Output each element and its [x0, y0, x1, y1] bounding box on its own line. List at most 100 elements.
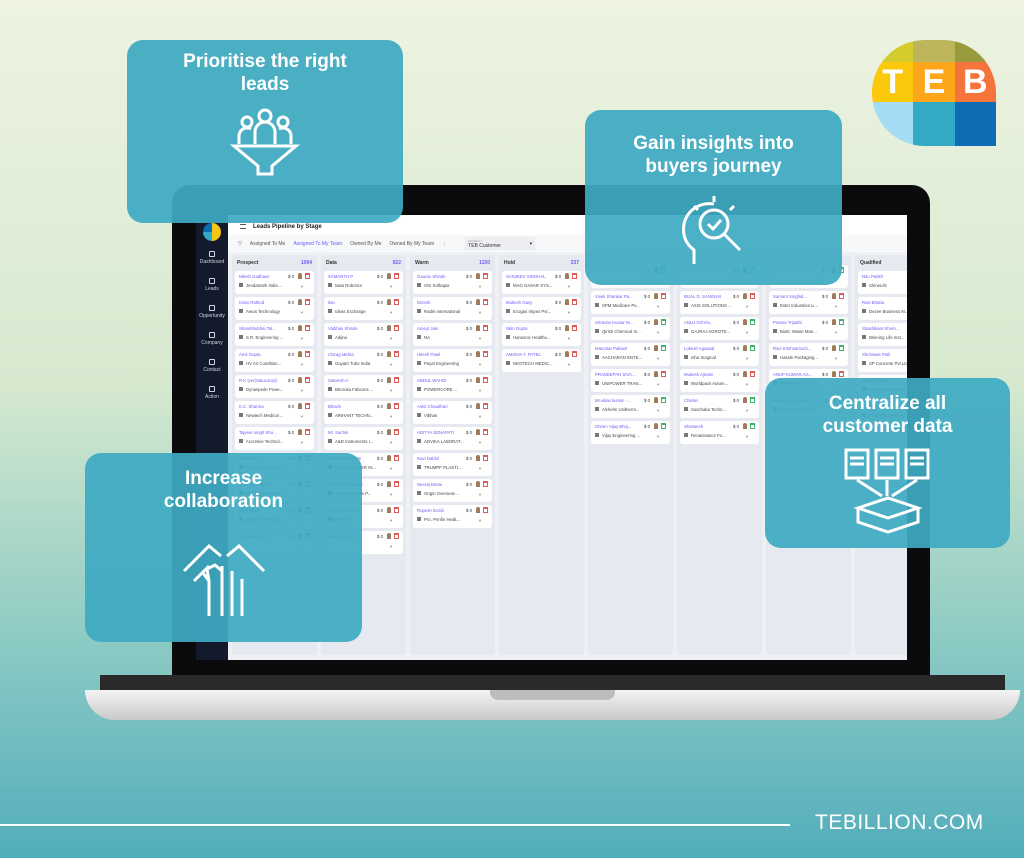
- chevron-down-icon[interactable]: ▼: [300, 414, 304, 419]
- calendar-icon[interactable]: [572, 273, 577, 279]
- chevron-down-icon[interactable]: ▼: [567, 362, 571, 367]
- chevron-down-icon[interactable]: ▼: [745, 408, 749, 413]
- chevron-down-icon[interactable]: ▼: [300, 336, 304, 341]
- lead-name[interactable]: Rupesh Doshi: [417, 508, 465, 513]
- lead-name[interactable]: Ravi Dabhil: [417, 456, 465, 461]
- chevron-down-icon[interactable]: ▼: [745, 304, 749, 309]
- chevron-down-icon[interactable]: ▼: [834, 356, 838, 361]
- chevron-down-icon[interactable]: ▼: [745, 356, 749, 361]
- lead-card[interactable]: Mr.vikas kumar - ... Alchelm Unitherm... $…: [591, 395, 670, 418]
- chevron-down-icon[interactable]: ▼: [300, 310, 304, 315]
- calendar-icon[interactable]: [572, 351, 577, 357]
- lead-name[interactable]: Ravi Bhatia: [862, 300, 907, 305]
- lead-card[interactable]: AMISHA T. PATEL NEOTECH MEDIC... $ 0 ▼: [502, 349, 581, 372]
- lead-name[interactable]: Satwesh A: [328, 378, 376, 383]
- lead-name[interactable]: Vaibhav Shinde: [328, 326, 376, 331]
- lead-name[interactable]: Mr. Sachin: [328, 430, 376, 435]
- lead-card[interactable]: Ravi BhatiaDezee Business M...$ 0▼: [858, 297, 907, 320]
- calendar-icon[interactable]: [394, 299, 399, 305]
- lead-card[interactable]: Chirag Mehta Gayatri Tube India $ 0 ▼: [324, 349, 403, 372]
- lead-name[interactable]: Dinesh: [417, 300, 465, 305]
- calendar-icon[interactable]: [483, 455, 488, 461]
- lead-name[interactable]: Ravi Krishnamoch...: [773, 346, 821, 351]
- calendar-icon[interactable]: [750, 423, 755, 429]
- calendar-icon[interactable]: [750, 371, 755, 377]
- lead-card[interactable]: Shravan Kumar M... Qirish Chemical In... $…: [591, 317, 670, 340]
- lead-name[interactable]: Ankit Chaudhari: [417, 404, 465, 409]
- lead-name[interactable]: Pranav Tripathi: [773, 320, 821, 325]
- lead-card[interactable]: Kiran Rathod Aetos Technology $ 0 ▼: [235, 297, 314, 320]
- chevron-down-icon[interactable]: ▼: [656, 304, 660, 309]
- lead-card[interactable]: Mukesh Ajmani Worldpack Autom... $ 0 ▼: [680, 369, 759, 392]
- chevron-down-icon[interactable]: ▼: [478, 310, 482, 315]
- chevron-down-icon[interactable]: ▼: [567, 336, 571, 341]
- chevron-down-icon[interactable]: ▼: [389, 336, 393, 341]
- lead-name[interactable]: Hitesh Patel: [417, 352, 465, 357]
- lead-card[interactable]: Bhavin ARIHANT TECHN... $ 0 ▼: [324, 401, 403, 424]
- calendar-icon[interactable]: [394, 429, 399, 435]
- lead-name[interactable]: SAMANTH P: [328, 274, 376, 279]
- lead-card[interactable]: Shambhubhai Tal... S.R. Engineering ... $ …: [235, 323, 314, 346]
- lead-name[interactable]: ANUJ GOYAL: [684, 320, 732, 325]
- calendar-icon[interactable]: [483, 273, 488, 279]
- chevron-down-icon[interactable]: ▼: [389, 414, 393, 419]
- calendar-icon[interactable]: [305, 325, 310, 331]
- chevron-down-icon[interactable]: ▼: [389, 492, 393, 497]
- lead-card[interactable]: Nilesh Gadhave Jendamark India ... $ 0 ▼: [235, 271, 314, 294]
- website-url[interactable]: TEBILLION.COM: [815, 811, 984, 835]
- calendar-icon[interactable]: [394, 455, 399, 461]
- calendar-icon[interactable]: [750, 345, 755, 351]
- chevron-down-icon[interactable]: ▼: [389, 518, 393, 523]
- lead-card[interactable]: Sharwesh Renaissance Fo... $ 0 ▼: [680, 421, 759, 444]
- chevron-down-icon[interactable]: ▼: [478, 336, 482, 341]
- lead-name[interactable]: Gaurav Shinde: [417, 274, 465, 279]
- calendar-icon[interactable]: [839, 345, 844, 351]
- lead-card[interactable]: Dhiren Vijay Bhoj... Vijay Engineering ..…: [591, 421, 670, 444]
- chevron-down-icon[interactable]: ▼: [300, 284, 304, 289]
- lead-name[interactable]: Nilesh Gadhave: [239, 274, 287, 279]
- lead-card[interactable]: BIJAL D. SANGHVI AXIS SOLUTIONS ... $ 0 ▼: [680, 291, 759, 314]
- lead-card[interactable]: Nitu ParikhShineLife$ 0▼: [858, 271, 907, 294]
- lead-name[interactable]: Mr.vikas kumar - ...: [595, 398, 643, 403]
- calendar-icon[interactable]: [394, 481, 399, 487]
- calendar-icon[interactable]: [661, 293, 666, 299]
- lead-card[interactable]: Vivek Shankar Pa... SPM Medicare Pv... $ 0…: [591, 291, 670, 314]
- lead-card[interactable]: SANJEEV SINGHAL MAG GASAR SYS... $ 0 ▼: [502, 271, 581, 294]
- lead-card[interactable]: Lokesh Agarwal Isha Surgical $ 0 ▼: [680, 343, 759, 366]
- lead-card[interactable]: ABDUL WAHID POWERCORE ... $ 0 ▼: [413, 375, 492, 398]
- lead-name[interactable]: ANUP KUMAR AG...: [773, 372, 821, 377]
- calendar-icon[interactable]: [483, 429, 488, 435]
- sidebar-item-dashboard[interactable]: Dashboard: [196, 251, 228, 265]
- chevron-down-icon[interactable]: ▼: [567, 310, 571, 315]
- lead-card[interactable]: ADITYA SENAPATI ADVIKA LABORAT... $ 0 ▼: [413, 427, 492, 450]
- calendar-icon[interactable]: [661, 397, 666, 403]
- lead-name[interactable]: Nitu Parikh: [862, 274, 907, 279]
- calendar-icon[interactable]: [305, 429, 310, 435]
- lead-card[interactable]: Shriniwas PatilSP Concrete Pvt.Ltd$ 0▼: [858, 349, 907, 372]
- filter-tab[interactable]: Owned By My Team: [389, 241, 434, 247]
- lead-name[interactable]: AMISHA T. PATEL: [506, 352, 554, 357]
- lead-card[interactable]: Hitesh Patel Payal Engineering $ 0 ▼: [413, 349, 492, 372]
- lead-name[interactable]: K.C. Sharma: [239, 404, 287, 409]
- calendar-icon[interactable]: [750, 293, 755, 299]
- calendar-icon[interactable]: [394, 351, 399, 357]
- chevron-down-icon[interactable]: ▼: [478, 518, 482, 523]
- sidebar-item-company[interactable]: Company: [196, 332, 228, 346]
- calendar-icon[interactable]: [483, 377, 488, 383]
- lead-name[interactable]: Mukesh Garg: [506, 300, 554, 305]
- chevron-down-icon[interactable]: ▼: [389, 310, 393, 315]
- lead-card[interactable]: Mr. Sachin A&D Instruments I... $ 0 ▼: [324, 427, 403, 450]
- lead-name[interactable]: Shriniwas Patil: [862, 352, 907, 357]
- lead-card[interactable]: Ravi Krishnamoch... Hassle Packaging... $ …: [769, 343, 848, 366]
- chevron-down-icon[interactable]: ▼: [478, 284, 482, 289]
- lead-name[interactable]: Amit Gupta: [239, 352, 287, 357]
- lead-name[interactable]: Neeraj Desai: [417, 482, 465, 487]
- calendar-icon[interactable]: [305, 351, 310, 357]
- lead-card[interactable]: SAMANTH P Nata Robotics $ 0 ▼: [324, 271, 403, 294]
- lead-name[interactable]: Sharwesh: [684, 424, 732, 429]
- calendar-icon[interactable]: [483, 299, 488, 305]
- calendar-icon[interactable]: [483, 481, 488, 487]
- lead-name[interactable]: Shambhubhai Tal...: [239, 326, 287, 331]
- lead-card[interactable]: ANUJ GOYAL GAJRAJ AGROTE... $ 0 ▼: [680, 317, 759, 340]
- calendar-icon[interactable]: [572, 325, 577, 331]
